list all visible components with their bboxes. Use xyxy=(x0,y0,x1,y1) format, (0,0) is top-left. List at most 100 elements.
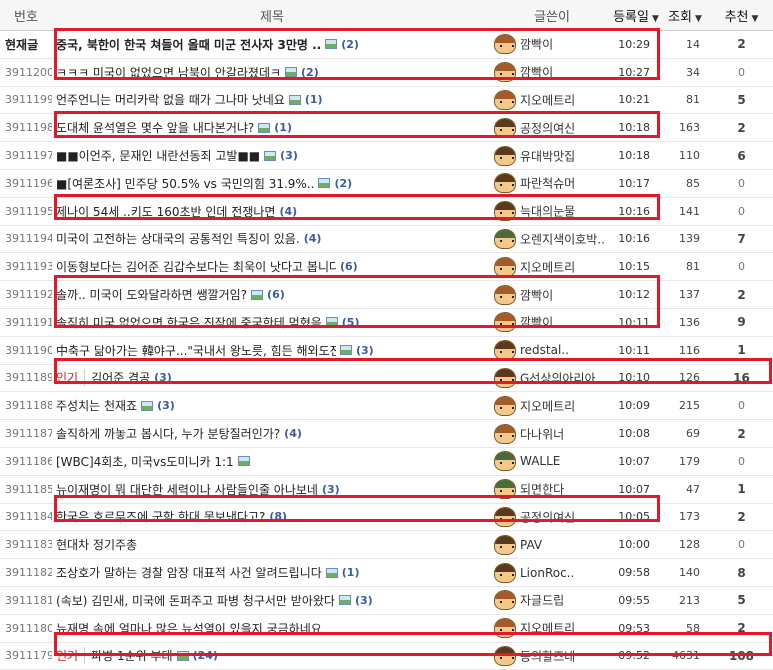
table-row[interactable]: 3911200 ㅋㅋㅋ 미국이 없었으면 남북이 안갈라졌데ㅋ (2) 깜빡이 10:2… xyxy=(0,58,773,87)
table-row[interactable]: 3911183 현대차 정기주총 PAV 10:00 128 0 xyxy=(0,530,773,560)
post-title-link[interactable]: 솔직하게 까놓고 봅시다, 누가 분탕질러인가? xyxy=(56,425,280,442)
table-row[interactable]: 3911187 솔직하게 까놓고 봅시다, 누가 분탕질러인가? (4) 다나위너 10… xyxy=(0,419,773,448)
post-title-link[interactable]: 뉴이재명이 뭐 대단한 세력이나 사람들인줄 아나보네 xyxy=(56,481,318,498)
author-name[interactable]: LionRoc.. xyxy=(520,566,574,580)
post-title-link[interactable]: 제나이 54세 ..키도 160초반 인데 전쟁나면 xyxy=(56,203,275,220)
author-name[interactable]: 파란척슈머 xyxy=(520,177,575,191)
author-cell[interactable]: 되면한다 xyxy=(492,475,612,504)
post-title-cell[interactable]: 인기 파병 1순위 부대 (24) xyxy=(52,642,492,670)
author-cell[interactable]: 지오메트리 xyxy=(492,86,612,115)
table-row[interactable]: 3911192 솔까.. 미국이 도와달라하면 쌩깔거임? (6) 깜빡이 10:12 1… xyxy=(0,280,773,309)
post-title-cell[interactable]: 솔까.. 미국이 도와달라하면 쌩깔거임? (6) xyxy=(52,280,492,309)
author-cell[interactable]: 공정의여신 xyxy=(492,503,612,532)
comment-count[interactable]: (1) xyxy=(305,93,323,106)
author-name[interactable]: 자글드립 xyxy=(520,594,564,608)
table-row[interactable]: 3911197 ■■이언주, 문재인 내란선동죄 고발■■ (3) 유대박맛집 10:1… xyxy=(0,141,773,170)
header-rec-sort[interactable]: 추천 ▼ xyxy=(710,0,773,31)
table-row[interactable]: 3911195 제나이 54세 ..키도 160초반 인데 전쟁나면 (4) 늑대의눈… xyxy=(0,197,773,226)
author-name[interactable]: 지오메트리 xyxy=(520,93,575,107)
post-title-cell[interactable]: 제나이 54세 ..키도 160초반 인데 전쟁나면 (4) xyxy=(52,197,492,226)
comment-count[interactable]: (4) xyxy=(304,232,322,245)
post-title-cell[interactable]: 주성치는 천재죠 (3) xyxy=(52,391,492,421)
post-title-cell[interactable]: [WBC]4회초, 미국vs도미니카 1:1 xyxy=(52,447,492,476)
post-title-cell[interactable]: 중국, 북한이 한국 쳐들어 올때 미군 전사자 3만명 .. (2) xyxy=(52,30,492,59)
comment-count[interactable]: (3) xyxy=(154,371,172,384)
author-name[interactable]: redstal.. xyxy=(520,343,569,357)
author-name[interactable]: 깜빡이 xyxy=(520,66,553,80)
table-row[interactable]: 3911182 조상호가 말하는 경찰 암장 대표적 사건 알려드립니다 (1) Li… xyxy=(0,558,773,587)
table-row[interactable]: 3911193 이동형보다는 김어준 김갑수보다는 최욱이 낫다고 봅니다 (6) 지… xyxy=(0,252,773,282)
author-cell[interactable]: 오렌지색이호박.. xyxy=(492,225,612,254)
author-name[interactable]: PAV xyxy=(520,538,542,552)
author-name[interactable]: 깜빡이 xyxy=(520,288,553,302)
table-row[interactable]: 3911181 (속보) 김민새, 미국에 돈퍼주고 파병 청구서만 받아왔다 (3… xyxy=(0,586,773,615)
table-row[interactable]: 3911198 도대체 윤석열은 몇수 앞을 내다본거냐? (1) 공정의여신 10:1… xyxy=(0,113,773,143)
table-row[interactable]: 3911199 언주언니는 머리카락 없을 때가 그나마 낫네요 (1) 지오메트리 1… xyxy=(0,86,773,115)
author-cell[interactable]: 깜빡이 xyxy=(492,280,612,309)
comment-count[interactable]: (6) xyxy=(267,288,285,301)
comment-count[interactable]: (6) xyxy=(340,260,358,273)
author-name[interactable]: 되면한다 xyxy=(520,483,564,497)
author-cell[interactable]: 유대박맛집 xyxy=(492,141,612,170)
table-row[interactable]: 3911189 인기 김어준 겸공 (3) G선상의아리아 10:10 126 16 xyxy=(0,364,773,393)
table-row[interactable]: 3911180 뉴재명 속에 얼마나 많은 뉴석열이 있을지 궁금하네요 지오메트리… xyxy=(0,614,773,643)
post-title-link[interactable]: (속보) 김민새, 미국에 돈퍼주고 파병 청구서만 받아왔다 xyxy=(56,592,335,609)
comment-count[interactable]: (5) xyxy=(342,316,360,329)
current-post-row[interactable]: 현재글 중국, 북한이 한국 쳐들어 올때 미군 전사자 3만명 .. (2) 깜빡이… xyxy=(0,30,773,59)
post-title-link[interactable]: 현대차 정기주총 xyxy=(56,536,137,553)
post-title-link[interactable]: 中축구 닮아가는 韓야구..."국내서 왕노릇, 힘든 해외도전 .. xyxy=(56,342,336,359)
author-name[interactable]: WALLE xyxy=(520,454,560,468)
table-row[interactable]: 3911186 [WBC]4회초, 미국vs도미니카 1:1 WALLE 10:07 1… xyxy=(0,447,773,476)
author-cell[interactable]: 깜빡이 xyxy=(492,58,612,87)
author-name[interactable]: 동의할즈네 xyxy=(520,649,575,663)
post-title-link[interactable]: ㅋㅋㅋ 미국이 없었으면 남북이 안갈라졌데ㅋ xyxy=(56,64,281,81)
comment-count[interactable]: (3) xyxy=(355,594,373,607)
author-name[interactable]: 공정의여신 xyxy=(520,121,575,135)
table-row[interactable]: 3911190 中축구 닮아가는 韓야구..."국내서 왕노릇, 힘든 해외도전 … xyxy=(0,336,773,365)
author-cell[interactable]: 깜빡이 xyxy=(492,30,612,59)
post-title-link[interactable]: 중국, 북한이 한국 쳐들어 올때 미군 전사자 3만명 .. xyxy=(56,36,321,53)
author-name[interactable]: 늑대의눈물 xyxy=(520,205,575,219)
post-title-cell[interactable]: ㅋㅋㅋ 미국이 없었으면 남북이 안갈라졌데ㅋ (2) xyxy=(52,58,492,87)
post-title-cell[interactable]: 뉴이재명이 뭐 대단한 세력이나 사람들인줄 아나보네 (3) xyxy=(52,475,492,504)
header-views-sort[interactable]: 조회 ▼ xyxy=(660,0,710,31)
post-title-link[interactable]: 솔직히 미국 없었으면 한국은 진작에 중국한테 먹혔음 xyxy=(56,314,322,331)
author-cell[interactable]: G선상의아리아 xyxy=(492,364,612,393)
comment-count[interactable]: (8) xyxy=(269,510,287,523)
comment-count[interactable]: (2) xyxy=(301,66,319,79)
post-title-cell[interactable]: 솔직하게 까놓고 봅시다, 누가 분탕질러인가? (4) xyxy=(52,419,492,448)
table-row[interactable]: 3911184 한국은 호르무즈에 군함 한대 못보낸다고? (8) 공정의여신 10:… xyxy=(0,503,773,532)
author-cell[interactable]: 깜빡이 xyxy=(492,308,612,337)
author-name[interactable]: 지오메트리 xyxy=(520,622,575,636)
post-title-cell[interactable]: 한국은 호르무즈에 군함 한대 못보낸다고? (8) xyxy=(52,503,492,532)
author-cell[interactable]: 늑대의눈물 xyxy=(492,197,612,226)
post-title-link[interactable]: 주성치는 천재죠 xyxy=(56,397,137,414)
author-cell[interactable]: LionRoc.. xyxy=(492,558,612,587)
post-title-cell[interactable]: ■■이언주, 문재인 내란선동죄 고발■■ (3) xyxy=(52,141,492,170)
author-name[interactable]: 지오메트리 xyxy=(520,260,575,274)
post-title-cell[interactable]: 이동형보다는 김어준 김갑수보다는 최욱이 낫다고 봅니다 (6) xyxy=(52,252,492,282)
comment-count[interactable]: (4) xyxy=(279,205,297,218)
post-title-cell[interactable]: 솔직히 미국 없었으면 한국은 진작에 중국한테 먹혔음 (5) xyxy=(52,308,492,337)
post-title-cell[interactable]: ■[여론조사] 민주당 50.5% vs 국민의힘 31.9%.. (2) xyxy=(52,169,492,198)
post-title-link[interactable]: 미국이 고전하는 상대국의 공통적인 특징이 있음. xyxy=(56,230,300,247)
author-name[interactable]: 오렌지색이호박.. xyxy=(520,232,605,246)
comment-count[interactable]: (1) xyxy=(342,566,360,579)
comment-count[interactable]: (2) xyxy=(334,177,352,190)
author-name[interactable]: 깜빡이 xyxy=(520,38,553,52)
post-title-cell[interactable]: 언주언니는 머리카락 없을 때가 그나마 낫네요 (1) xyxy=(52,86,492,115)
post-title-cell[interactable]: 현대차 정기주총 xyxy=(52,530,492,560)
author-name[interactable]: 깜빡이 xyxy=(520,316,553,330)
author-name[interactable]: G선상의아리아 xyxy=(520,371,596,385)
post-title-cell[interactable]: 도대체 윤석열은 몇수 앞을 내다본거냐? (1) xyxy=(52,113,492,143)
post-title-link[interactable]: [WBC]4회초, 미국vs도미니카 1:1 xyxy=(56,453,234,470)
author-cell[interactable]: 자글드립 xyxy=(492,586,612,615)
post-title-link[interactable]: 언주언니는 머리카락 없을 때가 그나마 낫네요 xyxy=(56,91,285,108)
table-row[interactable]: 3911179 인기 파병 1순위 부대 (24) 동의할즈네 09:52 4631 108 xyxy=(0,642,773,670)
post-title-link[interactable]: 솔까.. 미국이 도와달라하면 쌩깔거임? xyxy=(56,286,247,303)
author-name[interactable]: 다나위너 xyxy=(520,427,564,441)
author-name[interactable]: 지오메트리 xyxy=(520,399,575,413)
post-title-link[interactable]: 이동형보다는 김어준 김갑수보다는 최욱이 낫다고 봅니다 xyxy=(56,258,336,275)
author-cell[interactable]: 동의할즈네 xyxy=(492,642,612,670)
post-title-link[interactable]: 김어준 겸공 xyxy=(91,369,150,386)
